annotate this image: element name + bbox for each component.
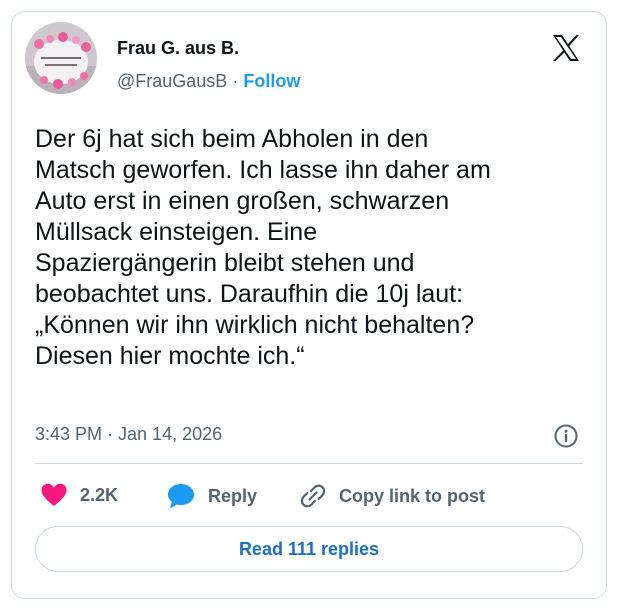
tweet-text: Der 6j hat sich beim Abholen in den Mats…	[35, 125, 491, 370]
separator-dot: ·	[232, 71, 239, 91]
x-logo-icon[interactable]	[551, 33, 581, 63]
follow-button[interactable]: Follow	[243, 71, 300, 91]
author-handle-row: @FrauGausB · Follow	[117, 71, 300, 92]
link-icon	[300, 484, 326, 508]
reply-bubble-icon	[168, 484, 194, 509]
divider	[35, 463, 583, 464]
reply-button[interactable]: Reply	[166, 482, 257, 510]
read-replies-button[interactable]: Read 111 replies	[35, 526, 583, 572]
heart-icon	[41, 483, 67, 506]
info-icon[interactable]	[553, 423, 579, 449]
avatar[interactable]	[25, 22, 97, 94]
like-button[interactable]: 2.2K	[40, 482, 118, 508]
like-count: 2.2K	[80, 484, 119, 505]
author-handle[interactable]: @FrauGausB	[117, 71, 227, 91]
author-display-name[interactable]: Frau G. aus B.	[117, 38, 239, 59]
reply-label: Reply	[208, 485, 258, 506]
copy-link-label: Copy link to post	[339, 485, 485, 506]
timestamp[interactable]: 3:43 PM · Jan 14, 2026	[35, 424, 222, 445]
copy-link-button[interactable]: Copy link to post	[299, 482, 485, 510]
